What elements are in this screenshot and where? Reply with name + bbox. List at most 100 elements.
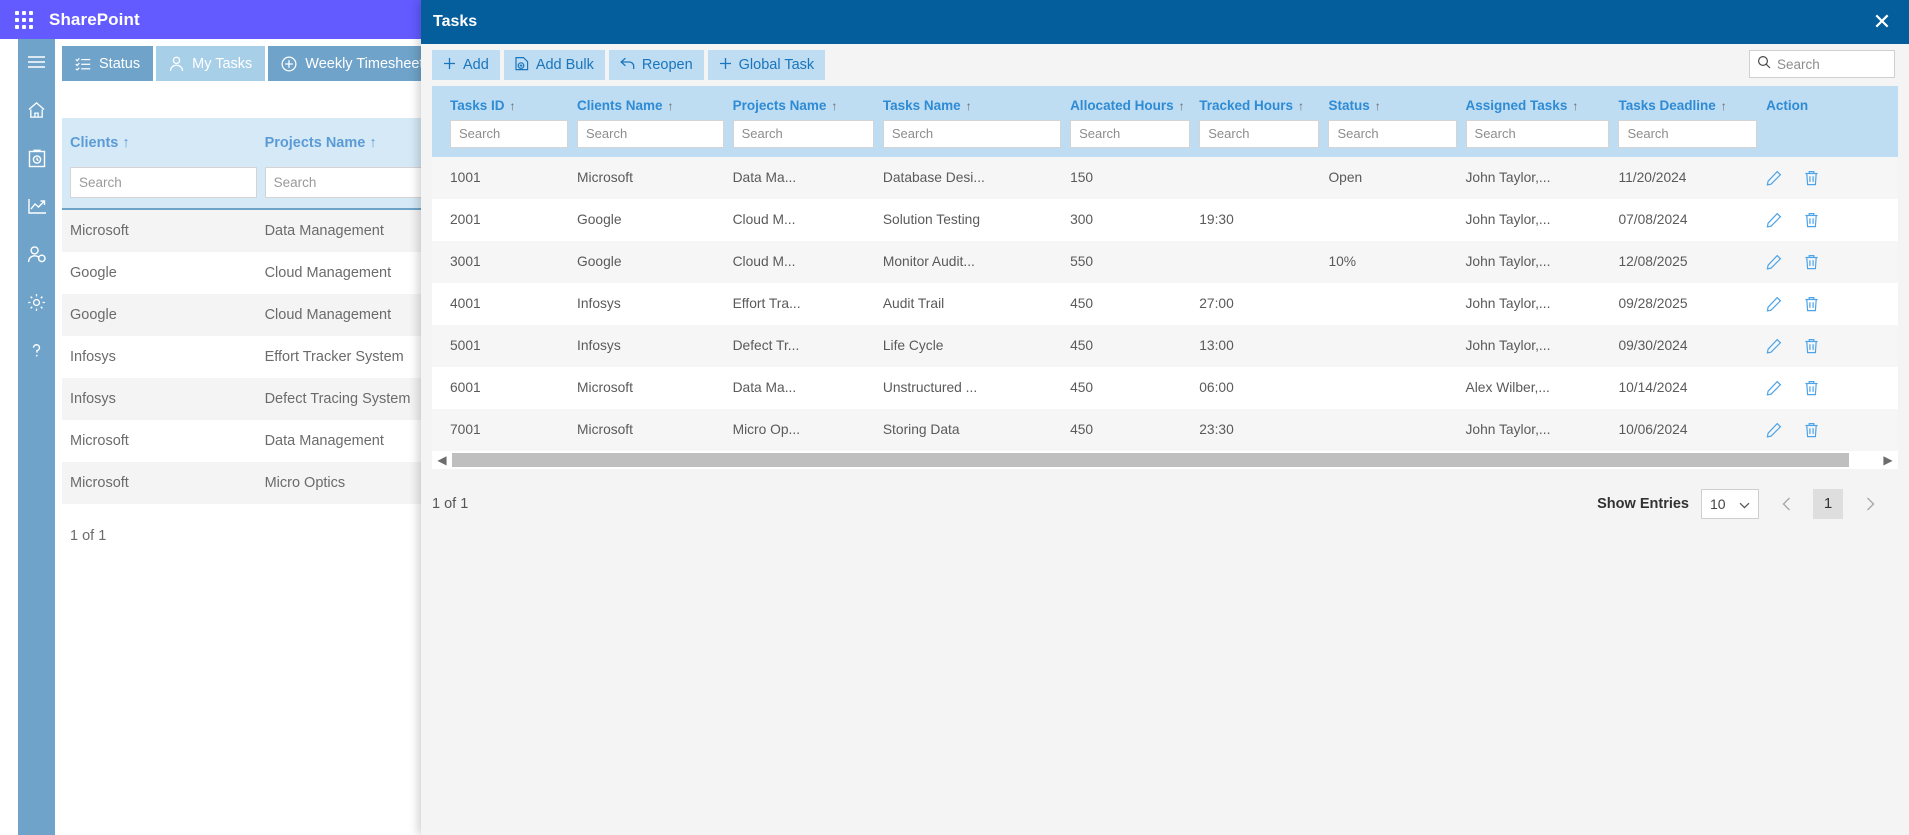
- entries-value: 10: [1710, 495, 1726, 512]
- table-row[interactable]: 7001 Microsoft Micro Op... Storing Data 450 2…: [432, 408, 1898, 451]
- col-search-input-projects-name[interactable]: [732, 119, 874, 148]
- pencil-edit-icon[interactable]: [1766, 422, 1782, 438]
- scrollbar-track[interactable]: [452, 452, 1878, 467]
- table-row[interactable]: 6001 Microsoft Data Ma... Unstructured ... 4…: [432, 366, 1898, 409]
- bg-cell-client: Microsoft: [70, 475, 129, 491]
- trash-delete-icon[interactable]: [1804, 170, 1819, 186]
- prev-page-button[interactable]: [1771, 489, 1801, 519]
- sort-asc-arrow[interactable]: ↑: [1179, 99, 1185, 113]
- scroll-left-arrow[interactable]: ◀: [432, 453, 452, 467]
- col-search-input-tasks-id[interactable]: [450, 119, 569, 148]
- gear-icon[interactable]: [24, 289, 50, 315]
- add-bulk-button[interactable]: Add Bulk: [503, 50, 605, 80]
- table-row[interactable]: 2001 Google Cloud M... Solution Testing 300 1…: [432, 198, 1898, 241]
- col-search-input-allocated-hours[interactable]: [1070, 119, 1191, 148]
- reopen-button[interactable]: Reopen: [608, 50, 704, 80]
- pencil-edit-icon[interactable]: [1766, 170, 1782, 186]
- page-1-button[interactable]: 1: [1813, 488, 1843, 519]
- hamburger-menu-icon[interactable]: [24, 49, 50, 75]
- app-grid-icon[interactable]: [11, 7, 37, 33]
- table-row[interactable]: 3001 Google Cloud M... Monitor Audit... 550 1…: [432, 240, 1898, 283]
- bg-search-projects[interactable]: [264, 167, 422, 198]
- bg-table-row[interactable]: Infosys Defect Tracing System: [62, 378, 422, 420]
- cell-tracked: 23:30: [1199, 422, 1234, 438]
- pencil-edit-icon[interactable]: [1766, 212, 1782, 228]
- trash-delete-icon[interactable]: [1804, 254, 1819, 270]
- cell-status: [1328, 325, 1465, 367]
- col-header-label: Tasks Name: [882, 98, 961, 113]
- plus-icon: [443, 57, 456, 74]
- sort-asc-arrow[interactable]: ↑: [1721, 99, 1727, 113]
- bg-col-clients[interactable]: Clients ↑: [62, 135, 257, 151]
- global-task-button[interactable]: Global Task: [707, 50, 826, 80]
- table-row[interactable]: 1001 Microsoft Data Ma... Database Desi... 1…: [432, 156, 1898, 199]
- pencil-edit-icon[interactable]: [1766, 338, 1782, 354]
- clipboard-clock-icon[interactable]: [24, 145, 50, 171]
- sort-asc-arrow[interactable]: ↑: [1298, 99, 1304, 113]
- entries-per-page-select[interactable]: 10: [1701, 488, 1759, 519]
- bg-table-row[interactable]: Microsoft Micro Optics: [62, 462, 422, 504]
- pencil-edit-icon[interactable]: [1766, 296, 1782, 312]
- next-page-button[interactable]: [1855, 489, 1885, 519]
- cell-assigned: John Taylor,...: [1465, 254, 1551, 270]
- table-row[interactable]: 5001 Infosys Defect Tr... Life Cycle 450 13:0…: [432, 324, 1898, 367]
- col-search-input-tracked-hours[interactable]: [1199, 119, 1320, 148]
- add-button[interactable]: Add: [432, 50, 500, 80]
- scrollbar-thumb[interactable]: [452, 452, 1850, 467]
- horizontal-scrollbar[interactable]: ◀ ▶: [432, 450, 1898, 469]
- bg-table-row[interactable]: Google Cloud Management: [62, 252, 422, 294]
- col-search-input-clients-name[interactable]: [577, 119, 724, 148]
- modal-toolbar: Add Add Bulk Reopen Global Task: [421, 44, 1909, 86]
- trash-delete-icon[interactable]: [1804, 296, 1819, 312]
- scroll-right-arrow[interactable]: ▶: [1878, 453, 1898, 467]
- cell-project: Defect Tr...: [732, 338, 800, 354]
- bg-table-row[interactable]: Microsoft Data Management: [62, 210, 422, 252]
- col-header-assigned-tasks[interactable]: Assigned Tasks ↑: [1466, 86, 1619, 120]
- bg-cell-project: Data Management: [264, 223, 384, 239]
- pencil-edit-icon[interactable]: [1766, 254, 1782, 270]
- col-header-tasks-deadline[interactable]: Tasks Deadline ↑: [1618, 86, 1766, 120]
- cell-status: Open: [1328, 170, 1363, 186]
- sort-asc-arrow[interactable]: ↑: [668, 99, 674, 113]
- trash-delete-icon[interactable]: [1804, 338, 1819, 354]
- bg-search-clients[interactable]: [70, 167, 257, 198]
- col-search-input-tasks-name[interactable]: [882, 119, 1062, 148]
- close-icon[interactable]: ✕: [1869, 9, 1895, 35]
- col-header-tracked-hours[interactable]: Tracked Hours ↑: [1199, 86, 1328, 120]
- sort-asc-arrow[interactable]: ↑: [831, 99, 837, 113]
- col-search-input-tasks-deadline[interactable]: [1618, 119, 1758, 148]
- sort-asc-arrow[interactable]: ↑: [510, 99, 516, 113]
- bg-table-row[interactable]: Google Cloud Management: [62, 294, 422, 336]
- sort-asc-arrow[interactable]: ↑: [966, 99, 972, 113]
- col-header-projects-name[interactable]: Projects Name ↑: [733, 86, 883, 120]
- col-header-status[interactable]: Status ↑: [1328, 86, 1465, 120]
- modal-search-box[interactable]: [1749, 50, 1895, 78]
- pencil-edit-icon[interactable]: [1766, 380, 1782, 396]
- sort-asc-arrow[interactable]: ↑: [1572, 99, 1578, 113]
- tab-status[interactable]: Status: [62, 46, 154, 81]
- home-icon[interactable]: [24, 97, 50, 123]
- brand-title: SharePoint: [49, 9, 140, 29]
- cell-task-name: Audit Trail: [882, 296, 945, 312]
- col-header-clients-name[interactable]: Clients Name ↑: [577, 86, 733, 120]
- tab-weekly-timesheet[interactable]: Weekly Timesheet: [268, 46, 437, 81]
- bg-table-row[interactable]: Microsoft Data Management: [62, 420, 422, 462]
- tab-my-tasks[interactable]: My Tasks: [156, 46, 266, 81]
- trash-delete-icon[interactable]: [1804, 380, 1819, 396]
- chart-line-icon[interactable]: [24, 193, 50, 219]
- col-header-tasks-id[interactable]: Tasks ID ↑: [432, 86, 577, 120]
- trash-delete-icon[interactable]: [1804, 212, 1819, 228]
- cell-project: Micro Op...: [732, 422, 801, 438]
- modal-search-input[interactable]: [1777, 56, 1887, 72]
- question-mark-icon[interactable]: [24, 337, 50, 363]
- bg-table-row[interactable]: Infosys Effort Tracker System: [62, 336, 422, 378]
- trash-delete-icon[interactable]: [1804, 422, 1819, 438]
- user-settings-icon[interactable]: [24, 241, 50, 267]
- table-row[interactable]: 4001 Infosys Effort Tra... Audit Trail 450 27…: [432, 282, 1898, 325]
- col-search-input-assigned-tasks[interactable]: [1465, 119, 1610, 148]
- sort-asc-arrow[interactable]: ↑: [1375, 99, 1381, 113]
- col-search-input-status[interactable]: [1328, 119, 1457, 148]
- bg-col-projects[interactable]: Projects Name ↑: [257, 135, 422, 151]
- col-header-tasks-name[interactable]: Tasks Name ↑: [883, 86, 1070, 120]
- col-header-allocated-hours[interactable]: Allocated Hours ↑: [1070, 86, 1199, 120]
